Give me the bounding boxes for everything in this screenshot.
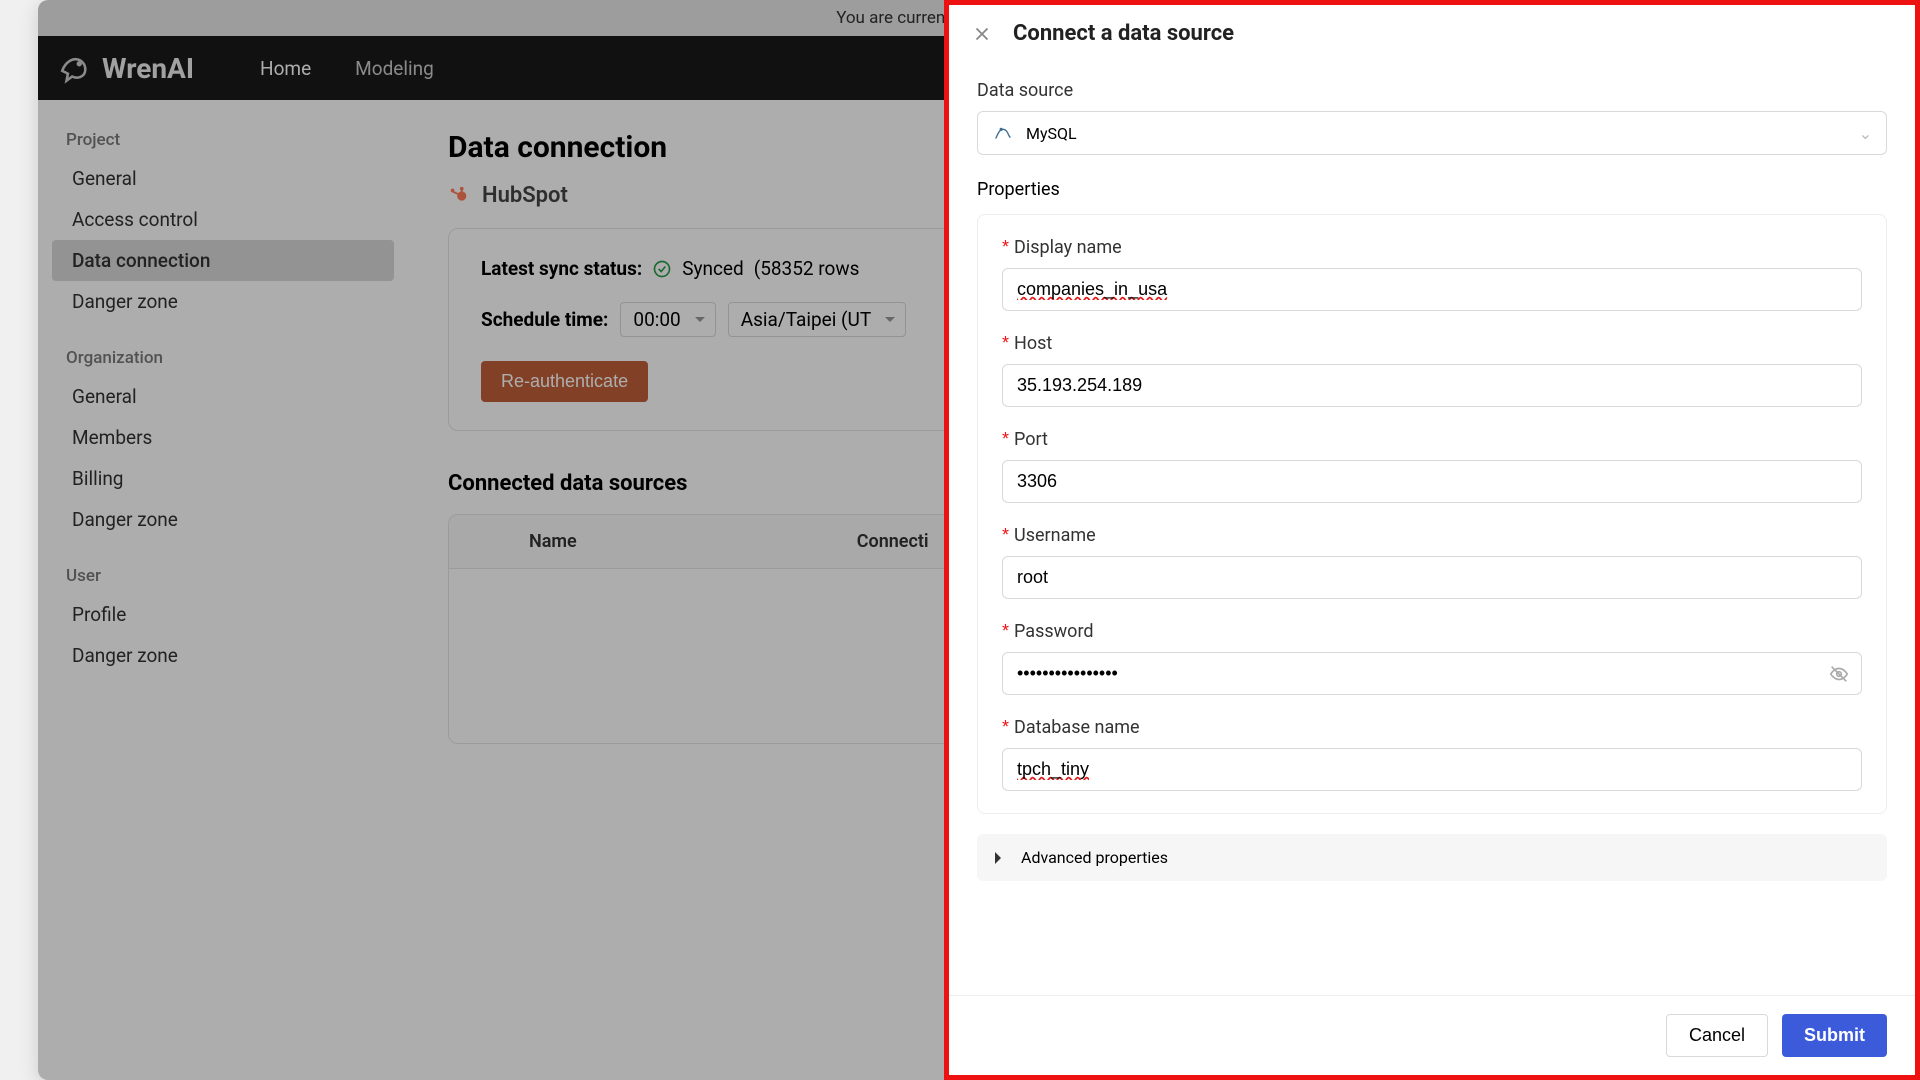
properties-label: Properties (977, 179, 1887, 200)
datasource-select[interactable]: MySQL ⌄ (977, 111, 1887, 155)
drawer-title: Connect a data source (1013, 21, 1234, 46)
datasource-label: Data source (977, 80, 1887, 101)
mysql-icon (992, 122, 1014, 144)
cancel-button[interactable]: Cancel (1666, 1014, 1768, 1057)
connect-data-source-drawer: Connect a data source Data source MySQL … (944, 0, 1920, 1080)
chevron-down-icon: ⌄ (1859, 124, 1872, 143)
password-input[interactable] (1002, 652, 1862, 695)
port-input[interactable] (1002, 460, 1862, 503)
display-name-label: Display name (1002, 237, 1862, 258)
advanced-properties-toggle[interactable]: Advanced properties (977, 834, 1887, 881)
display-name-input[interactable] (1002, 268, 1862, 311)
properties-box: Display name Host Port Username Password (977, 214, 1887, 814)
database-name-label: Database name (1002, 717, 1862, 738)
caret-right-icon (995, 852, 1007, 864)
close-icon[interactable] (971, 23, 993, 45)
password-label: Password (1002, 621, 1862, 642)
advanced-properties-label: Advanced properties (1021, 848, 1168, 867)
host-label: Host (1002, 333, 1862, 354)
database-name-input[interactable] (1002, 748, 1862, 791)
username-label: Username (1002, 525, 1862, 546)
eye-off-icon[interactable] (1828, 663, 1850, 685)
datasource-value: MySQL (1026, 124, 1077, 143)
host-input[interactable] (1002, 364, 1862, 407)
submit-button[interactable]: Submit (1782, 1014, 1887, 1057)
username-input[interactable] (1002, 556, 1862, 599)
port-label: Port (1002, 429, 1862, 450)
